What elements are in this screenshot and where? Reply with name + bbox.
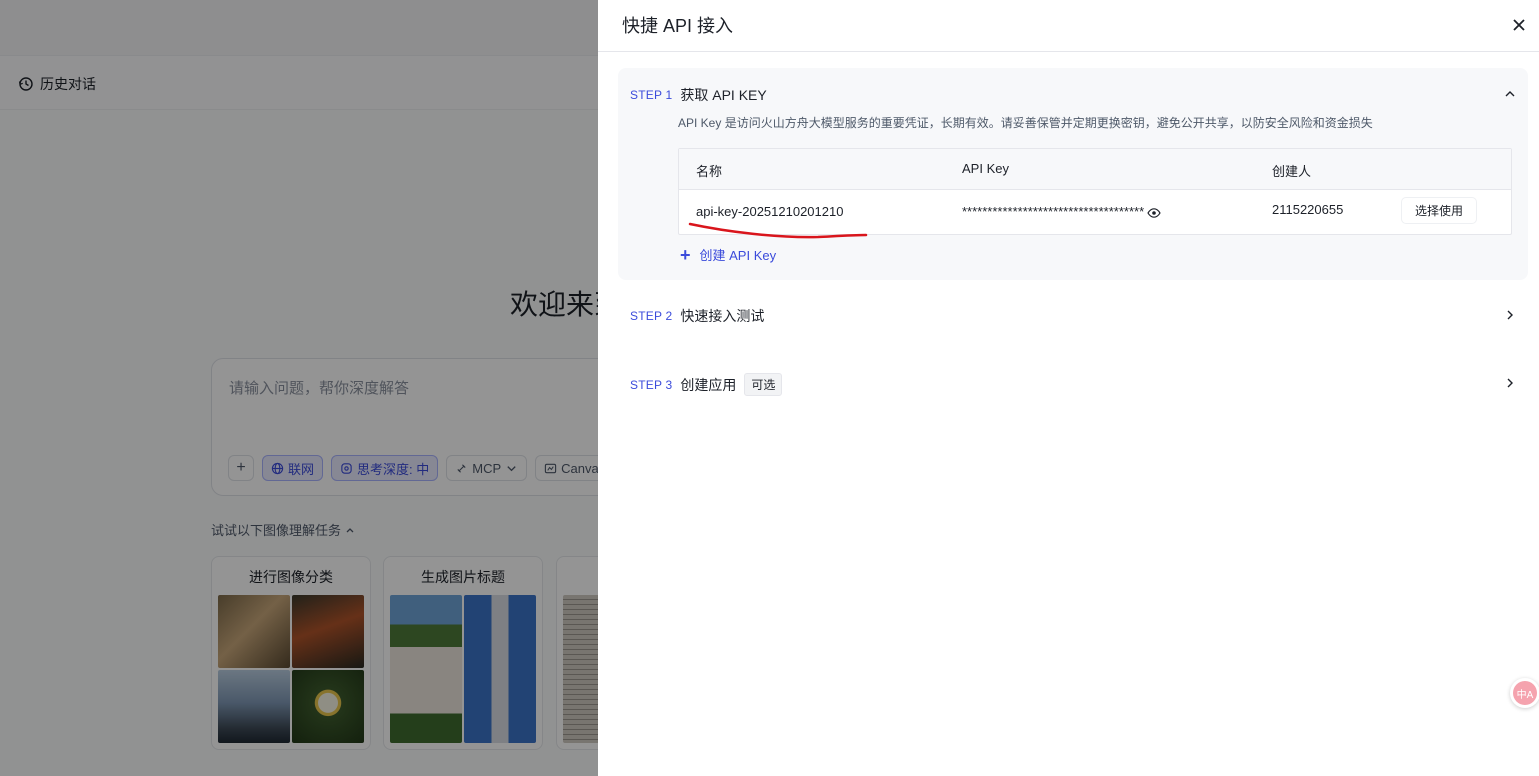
step1-header[interactable]: STEP 1 获取 API KEY: [630, 85, 767, 105]
step1-title: 获取 API KEY: [680, 87, 767, 103]
api-key-creator: 2115220655: [1272, 202, 1344, 217]
close-icon[interactable]: [1510, 16, 1528, 34]
chevron-right-icon[interactable]: [1504, 377, 1516, 389]
step1-tag: STEP 1: [630, 88, 673, 102]
column-header-name: 名称: [696, 164, 723, 179]
drawer-title: 快捷 API 接入: [622, 16, 734, 36]
chevron-up-icon[interactable]: [1504, 88, 1516, 100]
api-key-name: api-key-20251210201210: [696, 204, 844, 219]
step3-tag: STEP 3: [630, 377, 673, 392]
plus-icon: +: [680, 244, 691, 265]
create-api-key-button[interactable]: + 创建 API Key: [680, 245, 776, 264]
column-header-creator: 创建人: [1272, 164, 1312, 179]
modal-overlay[interactable]: [0, 0, 598, 776]
create-api-key-label: 创建 API Key: [699, 248, 777, 263]
api-access-drawer: 快捷 API 接入 STEP 1 获取 API KEY API Key 是访问火…: [598, 0, 1539, 776]
api-key-value: ************************************: [962, 204, 1161, 220]
step3-title: 创建应用: [680, 376, 737, 393]
table-header: 名称 API Key 创建人: [679, 149, 1511, 190]
step2-header[interactable]: STEP 2 快速接入测试: [630, 306, 764, 326]
api-key-masked: ************************************: [962, 204, 1145, 219]
chevron-right-icon[interactable]: [1504, 309, 1516, 321]
translate-icon: 中A: [1513, 681, 1537, 705]
drawer-header: 快捷 API 接入: [598, 0, 1539, 52]
eye-icon[interactable]: [1147, 206, 1161, 220]
optional-badge: 可选: [744, 373, 783, 396]
step1-description: API Key 是访问火山方舟大模型服务的重要凭证，长期有效。请妥善保管并定期更…: [678, 116, 1373, 130]
step3-header[interactable]: STEP 3 创建应用 可选: [630, 373, 783, 396]
red-underline-annotation: [688, 222, 868, 239]
step2-title: 快速接入测试: [680, 308, 765, 324]
step2-tag: STEP 2: [630, 309, 673, 323]
column-header-key: API Key: [962, 161, 1009, 176]
select-use-button[interactable]: 选择使用: [1402, 198, 1476, 223]
translate-float-button[interactable]: 中A: [1510, 678, 1539, 708]
